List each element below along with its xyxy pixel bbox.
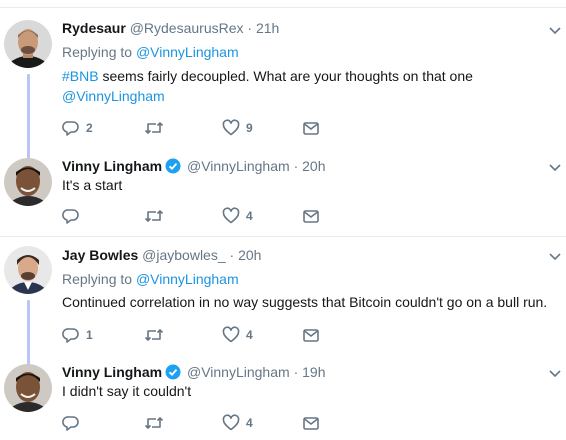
heart-icon (222, 207, 240, 224)
heart-icon (222, 119, 240, 136)
reply-icon (62, 121, 79, 136)
tweet-text: It's a start (62, 177, 123, 193)
tweet-text: I didn't say it couldn't (62, 383, 192, 399)
direct-message-button[interactable] (302, 325, 320, 345)
tweet-header: Vinny Lingham @VinnyLingham · 20h (62, 157, 325, 175)
tweet-actions: 2 9 (62, 118, 362, 138)
retweet-button[interactable] (144, 206, 170, 226)
avatar[interactable] (4, 246, 52, 294)
avatar[interactable] (4, 158, 52, 206)
tweet-header: Vinny Lingham @VinnyLingham · 19h (62, 363, 325, 381)
reply-button[interactable] (62, 413, 86, 433)
direct-message-button[interactable] (302, 413, 320, 433)
envelope-icon (303, 210, 319, 223)
avatar[interactable] (4, 20, 52, 68)
heart-icon (222, 414, 240, 431)
display-name[interactable]: Vinny Lingham (62, 364, 162, 380)
like-button[interactable]: 4 (222, 413, 253, 433)
envelope-icon (303, 417, 319, 430)
chevron-down-icon[interactable] (548, 249, 562, 263)
reply-icon (62, 416, 79, 431)
timestamp[interactable]: 20h (238, 247, 261, 263)
direct-message-button[interactable] (302, 118, 320, 138)
thread-line (27, 300, 30, 366)
envelope-icon (303, 329, 319, 342)
reply-button[interactable]: 2 (62, 118, 93, 138)
replying-to-mention[interactable]: @VinnyLingham (136, 44, 239, 60)
tweet-header: Jay Bowles @jaybowles_ · 20h (62, 246, 261, 264)
tweet-text-body: seems fairly decoupled. What are your th… (98, 68, 473, 84)
reply-button[interactable] (62, 206, 86, 226)
tweet-actions: 4 (62, 206, 362, 226)
reply-icon (62, 328, 79, 343)
like-count: 4 (246, 416, 253, 430)
direct-message-button[interactable] (302, 206, 320, 226)
thread-line (27, 74, 30, 160)
replying-to: Replying to @VinnyLingham (62, 43, 239, 61)
retweet-button[interactable] (144, 325, 170, 345)
reply-count: 2 (86, 121, 93, 135)
chevron-down-icon[interactable] (548, 23, 562, 37)
user-handle[interactable]: @VinnyLingham (187, 364, 290, 380)
replying-to-mention[interactable]: @VinnyLingham (136, 271, 239, 287)
display-name[interactable]: Rydesaur (62, 20, 126, 36)
like-button[interactable]: 4 (222, 325, 253, 345)
user-handle[interactable]: @VinnyLingham (187, 158, 290, 174)
heart-icon (222, 326, 240, 343)
like-count: 9 (246, 121, 253, 135)
like-button[interactable]: 9 (222, 118, 253, 138)
verified-badge-icon (165, 158, 181, 174)
reply-count: 1 (86, 328, 93, 342)
like-count: 4 (246, 328, 253, 342)
hashtag-link[interactable]: #BNB (62, 68, 99, 84)
chevron-down-icon[interactable] (548, 366, 562, 380)
user-handle[interactable]: @jaybowles_ (142, 247, 225, 263)
tweet-text: Continued correlation in no way suggests… (62, 294, 548, 310)
replying-to-label: Replying to (62, 271, 133, 287)
user-handle[interactable]: @RydesaurusRex (130, 20, 244, 36)
retweet-icon (144, 210, 164, 222)
retweet-button[interactable] (144, 413, 170, 433)
tweet-header: Rydesaur @RydesaurusRex · 21h (62, 19, 279, 37)
display-name[interactable]: Vinny Lingham (62, 158, 162, 174)
retweet-icon (144, 122, 164, 134)
verified-badge-icon (165, 364, 181, 380)
avatar[interactable] (4, 364, 52, 412)
top-border (0, 7, 566, 8)
envelope-icon (303, 122, 319, 135)
tweet-text: #BNB seems fairly decoupled. What are yo… (62, 66, 557, 106)
reply-icon (62, 209, 79, 224)
reply-button[interactable]: 1 (62, 325, 93, 345)
tweet-divider (0, 236, 566, 237)
separator-dot: · (293, 364, 299, 380)
separator-dot: · (229, 247, 235, 263)
tweet-actions: 4 (62, 413, 362, 433)
separator-dot: · (293, 158, 299, 174)
like-button[interactable]: 4 (222, 206, 253, 226)
replying-to: Replying to @VinnyLingham (62, 270, 239, 288)
timestamp[interactable]: 19h (302, 364, 325, 380)
chevron-down-icon[interactable] (548, 160, 562, 174)
retweet-icon (144, 329, 164, 341)
tweet-actions: 1 4 (62, 325, 362, 345)
timestamp[interactable]: 21h (256, 20, 279, 36)
replying-to-label: Replying to (62, 44, 133, 60)
separator-dot: · (247, 20, 253, 36)
timestamp[interactable]: 20h (302, 158, 325, 174)
mention-link[interactable]: @VinnyLingham (62, 88, 165, 104)
retweet-button[interactable] (144, 118, 170, 138)
display-name[interactable]: Jay Bowles (62, 247, 138, 263)
retweet-icon (144, 417, 164, 429)
like-count: 4 (246, 209, 253, 223)
